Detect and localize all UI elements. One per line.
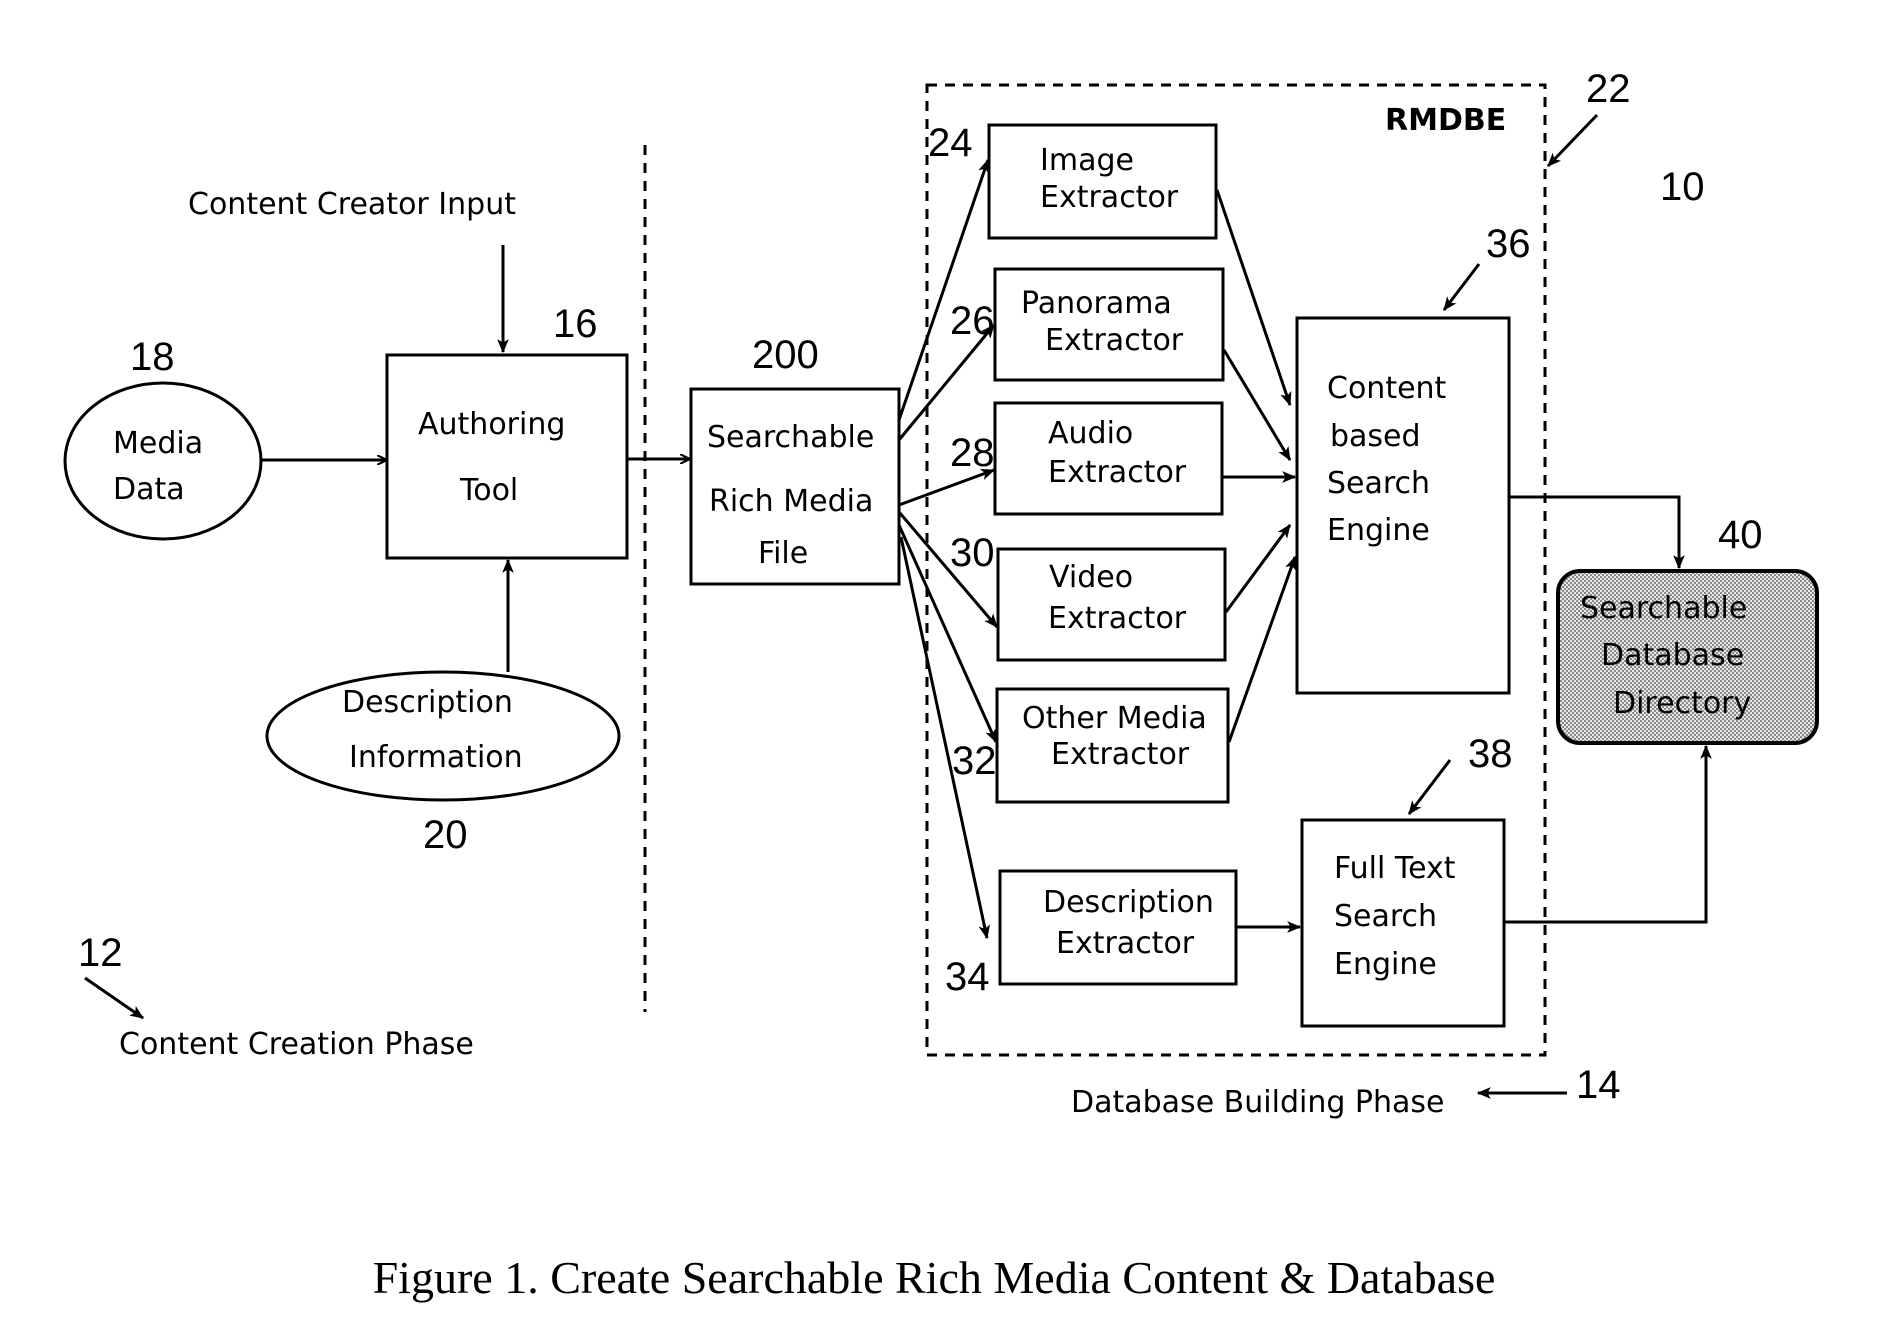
other-media-extractor-node: Other Media Extractor: [995, 687, 1230, 804]
other-media-extractor-line-2: Extractor: [1051, 737, 1190, 772]
video-extractor-ref: 30: [950, 531, 995, 575]
rich-media-file-line-2: Rich Media: [709, 484, 873, 519]
content-creation-phase-ref: 12: [78, 931, 123, 975]
authoring-tool-node: Authoring Tool: [385, 353, 629, 560]
arrow-to-description-extractor: [899, 536, 991, 940]
full-text-search-engine-line-1: Full Text: [1334, 851, 1456, 886]
content-creation-phase-ref-arrow: [84, 976, 144, 1020]
full-text-search-engine-node: Full Text Search Engine: [1300, 818, 1506, 1028]
panorama-extractor-line-1: Panorama: [1021, 286, 1172, 321]
rmdbe-label: RMDBE: [1385, 103, 1506, 138]
image-extractor-line-2: Extractor: [1040, 180, 1179, 215]
other-media-to-engine-arrow: [1227, 555, 1297, 743]
content-search-engine-node: Content based Search Engine: [1295, 316, 1511, 695]
authoring-tool-line-1: Authoring: [418, 407, 565, 442]
authoring-tool-line-2: Tool: [459, 473, 518, 508]
image-to-engine-arrow: [1215, 189, 1292, 407]
content-search-engine-line-3: Search: [1327, 466, 1430, 501]
database-directory-ref: 40: [1718, 513, 1763, 557]
image-extractor-node: Image Extractor: [987, 123, 1218, 240]
full-text-search-engine-line-2: Search: [1334, 899, 1437, 934]
content-engine-to-database-arrow: [1509, 495, 1685, 570]
figure-caption: Figure 1. Create Searchable Rich Media C…: [373, 1252, 1496, 1303]
full-text-search-engine-ref: 38: [1468, 732, 1513, 776]
description-extractor-ref: 34: [945, 955, 990, 999]
description-information-line-1: Description: [342, 685, 513, 720]
panorama-to-engine-arrow: [1222, 349, 1292, 462]
description-extractor-line-2: Extractor: [1056, 926, 1195, 961]
content-search-engine-ref-arrow: [1442, 263, 1481, 311]
description-extractor-node: Description Extractor: [998, 869, 1238, 986]
database-directory-node: Searchable Database Directory: [1556, 569, 1819, 745]
other-media-extractor-ref: 32: [952, 739, 997, 783]
authoring-tool-ref: 16: [553, 302, 598, 346]
extractor-to-engine-arrows: [1215, 189, 1297, 743]
database-directory-line-3: Directory: [1613, 686, 1751, 721]
panorama-extractor-ref: 26: [950, 299, 995, 343]
description-information-ref: 20: [423, 813, 468, 857]
audio-extractor-line-2: Extractor: [1048, 455, 1187, 490]
arrow-to-image-extractor: [897, 158, 990, 421]
database-building-phase-label: Database Building Phase: [1071, 1085, 1445, 1120]
video-extractor-line-1: Video: [1049, 560, 1133, 595]
arrow-to-audio-extractor: [898, 468, 996, 507]
database-directory-line-2: Database: [1601, 638, 1744, 673]
content-search-engine-line-2: based: [1330, 419, 1421, 454]
media-data-node: Media Data: [63, 381, 263, 541]
full-text-search-engine-line-3: Engine: [1334, 947, 1437, 982]
media-data-line-1: Media: [113, 426, 203, 461]
audio-extractor-ref: 28: [950, 431, 995, 475]
panorama-extractor-line-2: Extractor: [1045, 323, 1184, 358]
full-text-search-engine-ref-arrow: [1407, 759, 1452, 815]
patent-diagram: Content Creator Input 18 Media Data 16 A…: [63, 67, 1819, 1303]
description-information-line-2: Information: [349, 740, 523, 775]
rich-media-file-ref: 200: [752, 333, 819, 377]
description-extractor-line-1: Description: [1043, 885, 1214, 920]
rich-media-file-line-1: Searchable: [707, 420, 874, 455]
media-data-ref: 18: [130, 335, 175, 379]
video-extractor-node: Video Extractor: [996, 547, 1227, 662]
image-extractor-line-1: Image: [1040, 143, 1134, 178]
content-creation-phase-label: Content Creation Phase: [119, 1027, 474, 1062]
panorama-extractor-node: Panorama Extractor: [993, 267, 1225, 382]
rmdbe-ref-arrow: [1546, 113, 1599, 168]
rich-media-file-node: Searchable Rich Media File: [689, 387, 901, 586]
rich-media-file-line-3: File: [758, 536, 808, 571]
content-search-engine-line-4: Engine: [1327, 513, 1430, 548]
audio-extractor-line-1: Audio: [1048, 416, 1133, 451]
content-creator-input-label: Content Creator Input: [188, 187, 516, 222]
full-text-to-database-arrow: [1504, 744, 1712, 924]
image-extractor-ref: 24: [928, 121, 973, 165]
system-ref: 10: [1660, 165, 1705, 209]
audio-extractor-node: Audio Extractor: [993, 401, 1224, 516]
database-directory-line-1: Searchable: [1580, 591, 1747, 626]
database-building-phase-ref: 14: [1576, 1063, 1621, 1107]
description-information-node: Description Information: [265, 670, 621, 802]
content-search-engine-line-1: Content: [1327, 371, 1447, 406]
content-search-engine-ref: 36: [1486, 222, 1531, 266]
media-data-line-2: Data: [113, 472, 185, 507]
video-extractor-line-2: Extractor: [1048, 601, 1187, 636]
other-media-extractor-line-1: Other Media: [1022, 701, 1207, 736]
rmdbe-ref: 22: [1586, 67, 1631, 111]
